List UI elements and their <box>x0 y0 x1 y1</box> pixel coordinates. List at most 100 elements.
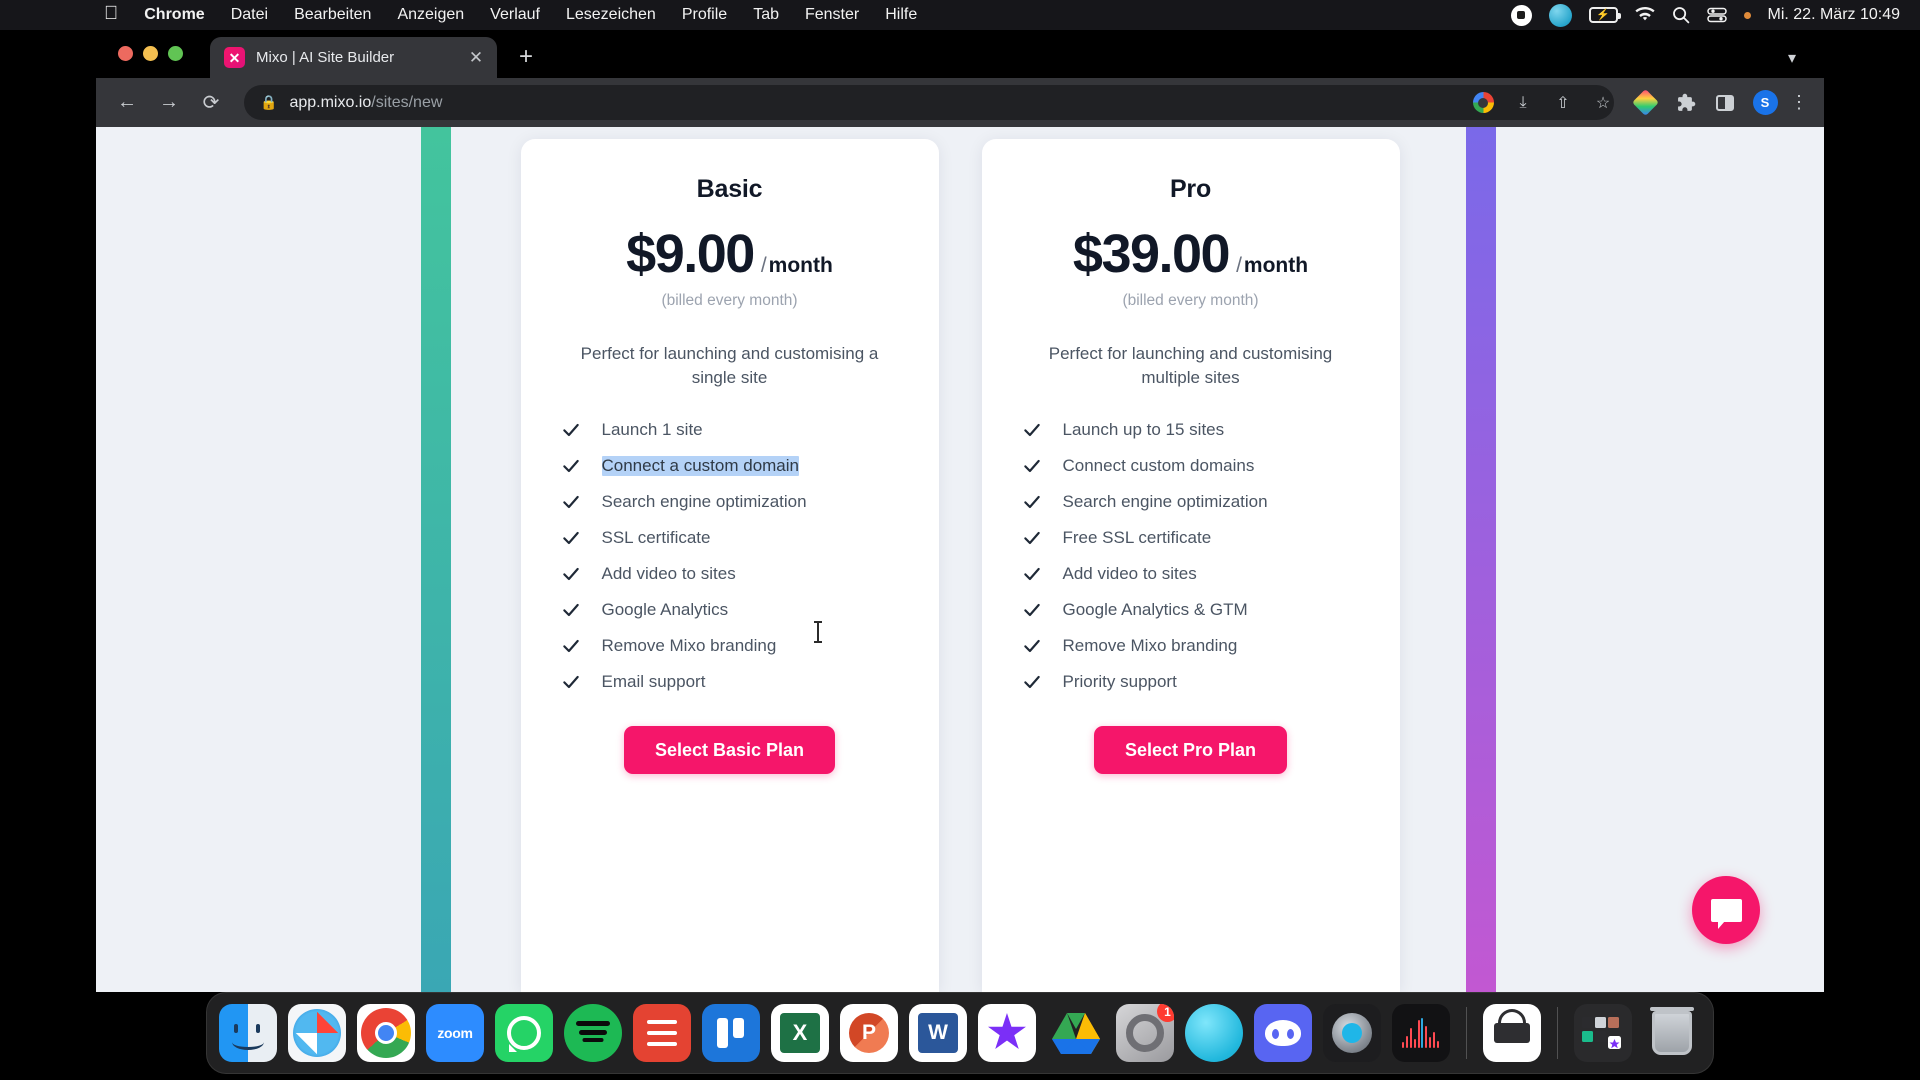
dock-item-word[interactable]: W <box>909 1004 967 1062</box>
dock-item-google-drive[interactable] <box>1047 1004 1105 1062</box>
chrome-menu-icon[interactable]: ⋮ <box>1788 92 1810 113</box>
check-icon <box>1022 492 1042 512</box>
back-button[interactable]: ← <box>108 84 146 122</box>
extensions-puzzle-icon[interactable] <box>1668 86 1702 120</box>
dock-item-trello[interactable] <box>702 1004 760 1062</box>
text-cursor <box>814 621 822 643</box>
wifi-icon[interactable] <box>1634 7 1655 23</box>
plan-name: Pro <box>1169 175 1212 203</box>
screen:  Chrome Datei Bearbeiten Anzeigen Verla… <box>0 0 1920 1080</box>
dock-item-discord[interactable] <box>1254 1004 1312 1062</box>
url-path: /sites/new <box>371 93 443 111</box>
screen-record-icon[interactable] <box>1510 4 1532 26</box>
check-icon <box>561 528 581 548</box>
check-icon <box>1022 672 1042 692</box>
menubar-item-hilfe[interactable]: Hilfe <box>885 6 917 24</box>
status-badge: 1 <box>1157 1004 1174 1022</box>
dock-item-whatsapp[interactable] <box>495 1004 553 1062</box>
select-pro-plan-button[interactable]: Select Pro Plan <box>1093 726 1288 775</box>
list-item: Remove Mixo branding <box>1022 636 1370 656</box>
install-download-icon[interactable]: ⤓ <box>1506 86 1540 120</box>
search-icon[interactable] <box>1672 6 1690 24</box>
dock-item-downloads-stack[interactable] <box>1574 1004 1632 1062</box>
dock-item-todoist[interactable] <box>633 1004 691 1062</box>
menubar-item-fenster[interactable]: Fenster <box>805 6 859 24</box>
check-icon <box>561 672 581 692</box>
url-domain: app.mixo.io <box>289 93 372 111</box>
blue-orb-icon[interactable] <box>1548 3 1572 27</box>
feature-label-selected[interactable]: Connect a custom domain <box>601 456 799 477</box>
feature-label: Google Analytics <box>601 600 729 620</box>
check-icon <box>1022 564 1042 584</box>
google-account-icon[interactable] <box>1466 86 1500 120</box>
side-panel-icon[interactable] <box>1708 86 1742 120</box>
menubar-clock[interactable]: Mi. 22. März 10:49 <box>1768 6 1901 24</box>
color-extension-icon[interactable] <box>1628 86 1662 120</box>
plan-price: $39.00 <box>1072 224 1231 284</box>
new-tab-button[interactable]: + <box>519 45 533 69</box>
dock-item-finder[interactable] <box>219 1004 277 1062</box>
menubar-item-bearbeiten[interactable]: Bearbeiten <box>294 6 371 24</box>
menubar-item-lesezeichen[interactable]: Lesezeichen <box>566 6 656 24</box>
close-tab-icon[interactable]: ✕ <box>465 49 487 66</box>
notification-dot-icon <box>1743 11 1751 19</box>
dock-item-arduino[interactable] <box>1483 1004 1541 1062</box>
list-item: Google Analytics & GTM <box>1022 600 1370 620</box>
plan-feature-list: Launch 1 site Connect a custom domain Se… <box>551 420 909 692</box>
omnibox-action-icons: ⤓ ⇧ ☆ <box>1466 86 1620 120</box>
dock-item-chrome[interactable] <box>357 1004 415 1062</box>
forward-button[interactable]: → <box>150 84 188 122</box>
plan-feature-list: Launch up to 15 sites Connect custom dom… <box>1012 420 1370 692</box>
menubar-item-chrome[interactable]: Chrome <box>144 6 204 24</box>
dock-item-quicktime[interactable] <box>1323 1004 1381 1062</box>
dock-item-excel[interactable]: X <box>771 1004 829 1062</box>
feature-label: Remove Mixo branding <box>1062 636 1238 656</box>
dock-item-zoom[interactable]: zoom <box>426 1004 484 1062</box>
feature-label: Google Analytics & GTM <box>1062 600 1248 620</box>
select-basic-plan-button[interactable]: Select Basic Plan <box>623 726 836 775</box>
tab-search-chevron-down-icon[interactable]: ▾ <box>1788 48 1796 68</box>
dock-item-powerpoint[interactable]: P <box>840 1004 898 1062</box>
apple-menu-icon[interactable]:  <box>104 4 118 23</box>
dock-item-spotify[interactable] <box>564 1004 622 1062</box>
feature-label: Connect custom domains <box>1062 456 1255 476</box>
address-bar-url: app.mixo.io/sites/new <box>289 94 442 112</box>
list-item: Add video to sites <box>561 564 909 584</box>
menubar-item-profile[interactable]: Profile <box>682 6 727 24</box>
profile-avatar-icon[interactable]: S <box>1748 86 1782 120</box>
dock-item-cyan-app[interactable] <box>1185 1004 1243 1062</box>
check-icon <box>1022 420 1042 440</box>
chrome-tabstrip: ✕ Mixo | AI Site Builder ✕ + ▾ <box>96 30 1824 78</box>
feature-label: Search engine optimization <box>601 492 807 512</box>
menubar-item-datei[interactable]: Datei <box>231 6 268 24</box>
dock-item-audio-recorder[interactable] <box>1392 1004 1450 1062</box>
browser-tab[interactable]: ✕ Mixo | AI Site Builder ✕ <box>210 37 497 78</box>
address-bar[interactable]: 🔒 app.mixo.io/sites/new ⤓ ⇧ ☆ <box>244 85 1614 120</box>
menubar-item-anzeigen[interactable]: Anzeigen <box>397 6 464 24</box>
reload-button[interactable]: ⟳ <box>192 84 230 122</box>
chat-bubble-icon[interactable] <box>1692 876 1760 944</box>
plan-period: /month <box>1236 254 1309 277</box>
lock-icon[interactable]: 🔒 <box>260 94 277 111</box>
list-item: Connect custom domains <box>1022 456 1370 476</box>
list-item: Search engine optimization <box>1022 492 1370 512</box>
dock-item-trash[interactable] <box>1643 1004 1701 1062</box>
maximize-window-button[interactable] <box>168 46 183 61</box>
dock-label: P <box>849 1013 889 1053</box>
close-window-button[interactable] <box>118 46 133 61</box>
menubar-item-verlauf[interactable]: Verlauf <box>490 6 540 24</box>
share-icon[interactable]: ⇧ <box>1546 86 1580 120</box>
feature-label: Launch up to 15 sites <box>1062 420 1225 440</box>
dock-item-imovie[interactable]: ★ <box>978 1004 1036 1062</box>
menubar-item-tab[interactable]: Tab <box>753 6 779 24</box>
check-icon <box>561 420 581 440</box>
minimize-window-button[interactable] <box>143 46 158 61</box>
dock-item-system-settings[interactable]: 1 <box>1116 1004 1174 1062</box>
dock-label: zoom <box>437 1025 473 1041</box>
dock-item-safari[interactable] <box>288 1004 346 1062</box>
battery-charging-icon[interactable]: ⚡ <box>1588 7 1621 23</box>
bookmark-star-icon[interactable]: ☆ <box>1586 86 1620 120</box>
dock-label: W <box>918 1013 958 1053</box>
control-center-icon[interactable] <box>1706 7 1727 23</box>
check-icon <box>561 600 581 620</box>
